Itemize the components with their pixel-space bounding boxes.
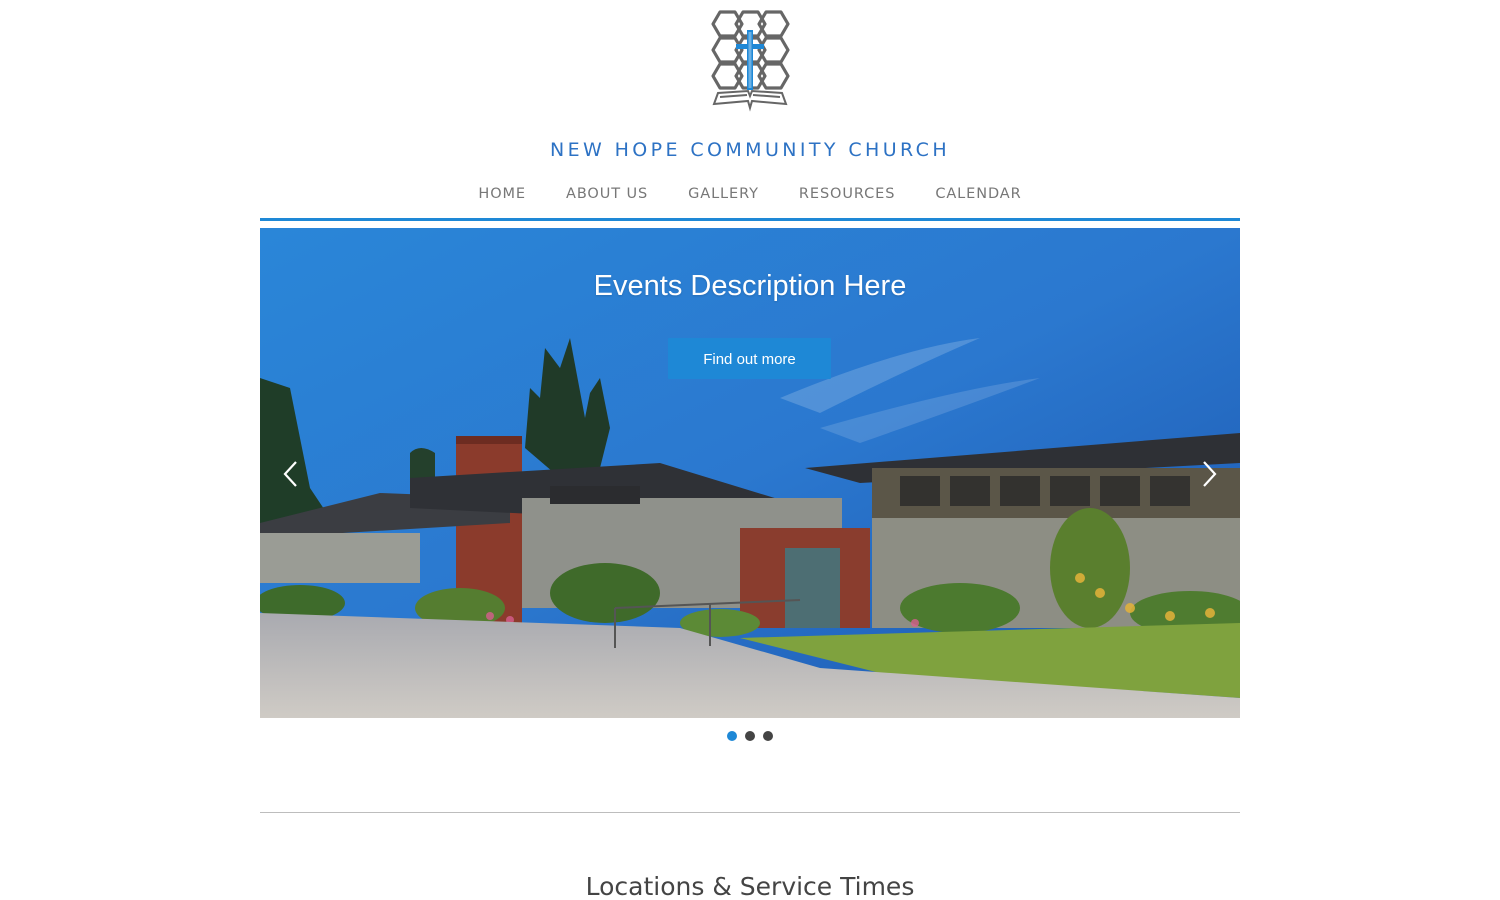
slider-prev-button[interactable]	[280, 460, 302, 488]
nav-divider	[260, 218, 1240, 221]
hexagon-cross-bible-logo-icon	[711, 10, 790, 112]
nav-item-home[interactable]: HOME	[458, 186, 546, 202]
nav-item-calendar[interactable]: CALENDAR	[915, 186, 1041, 202]
section-divider	[260, 812, 1240, 813]
slider-next-button[interactable]	[1198, 460, 1220, 488]
main-nav: HOME ABOUT US GALLERY RESOURCES CALENDAR	[0, 186, 1500, 202]
locations-heading: Locations & Service Times	[585, 872, 915, 900]
hero-slider[interactable]: Events Description Here Find out more	[260, 228, 1240, 718]
slider-pagination	[0, 731, 1500, 741]
slider-dot-2[interactable]	[745, 731, 755, 741]
site-title[interactable]: NEW HOPE COMMUNITY CHURCH	[0, 139, 1500, 161]
slider-dot-1[interactable]	[727, 731, 737, 741]
nav-item-resources[interactable]: RESOURCES	[779, 186, 915, 202]
chevron-left-icon	[283, 461, 297, 487]
chevron-right-icon	[1203, 461, 1217, 487]
slider-dot-3[interactable]	[763, 731, 773, 741]
nav-item-about-us[interactable]: ABOUT US	[546, 186, 668, 202]
church-logo[interactable]	[700, 4, 800, 112]
slide-heading: Events Description Here	[593, 270, 907, 302]
nav-item-gallery[interactable]: GALLERY	[668, 186, 779, 202]
find-out-more-button[interactable]: Find out more	[668, 338, 831, 379]
page: NEW HOPE COMMUNITY CHURCH HOME ABOUT US …	[0, 0, 1500, 900]
